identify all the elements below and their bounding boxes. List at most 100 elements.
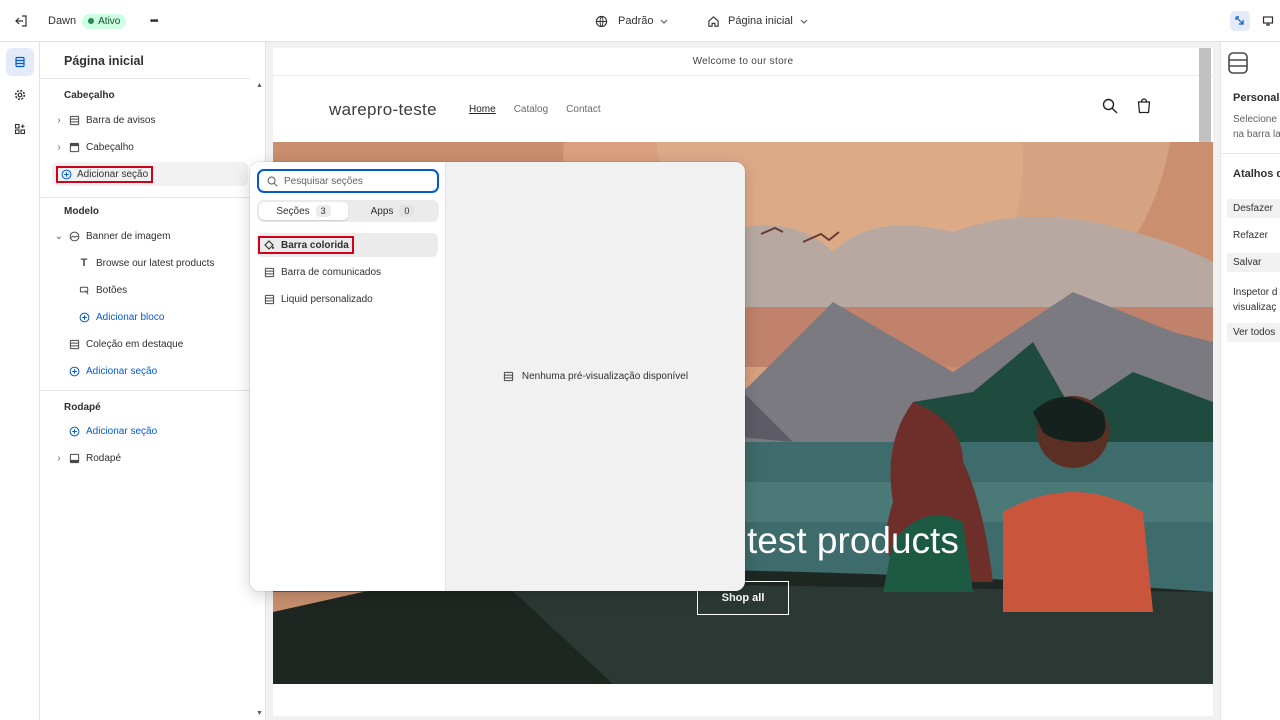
top-bar: Dawn Ativo ••• Padrão Página inicial xyxy=(0,0,1280,42)
section-label: Rodapé xyxy=(86,452,122,464)
add-section-footer[interactable]: Adicionar seção xyxy=(52,419,248,443)
chevron-down-icon[interactable]: ⌄ xyxy=(52,231,66,242)
section-label: Cabeçalho xyxy=(86,141,134,153)
section-placeholder-icon xyxy=(1227,50,1249,79)
page-title: Página inicial xyxy=(64,54,144,68)
section-footer[interactable]: › Rodapé xyxy=(52,446,248,470)
section-header[interactable]: › Cabeçalho xyxy=(52,135,248,159)
block-label: Browse our latest products xyxy=(96,257,215,269)
globe-icon xyxy=(595,15,608,27)
nav-contact[interactable]: Contact xyxy=(566,104,600,115)
exit-button[interactable] xyxy=(14,0,28,42)
sections-rail-button[interactable] xyxy=(6,48,34,76)
plus-circle-icon xyxy=(76,312,92,323)
exit-icon xyxy=(15,15,27,27)
shortcut-redo[interactable]: Refazer xyxy=(1233,230,1268,241)
footer-layout-icon xyxy=(66,453,82,464)
scroll-up-arrow[interactable]: ▲ xyxy=(256,82,263,89)
section-option-announcement[interactable]: Barra de comunicados xyxy=(257,260,438,284)
option-label: Barra colorida xyxy=(281,239,349,251)
apps-icon xyxy=(14,123,26,135)
home-icon xyxy=(708,15,719,27)
tab-label: Seções xyxy=(276,205,310,217)
icon-rail xyxy=(0,42,40,720)
block-buttons[interactable]: Botões xyxy=(76,278,248,302)
divider xyxy=(1221,153,1280,154)
page-selector[interactable]: Página inicial xyxy=(707,0,809,42)
shortcuts-title: Atalhos d xyxy=(1233,168,1280,180)
apps-rail-button[interactable] xyxy=(6,115,34,143)
see-all-shortcuts[interactable]: Ver todos xyxy=(1227,323,1280,342)
shortcut-save[interactable]: Salvar xyxy=(1227,253,1280,272)
search-icon[interactable] xyxy=(1102,98,1118,117)
add-block-button[interactable]: Adicionar bloco xyxy=(76,305,248,329)
search-input[interactable] xyxy=(284,175,424,187)
cart-icon[interactable] xyxy=(1136,98,1152,117)
store-name[interactable]: warepro-teste xyxy=(329,100,437,120)
picker-tabs: Seções 3 Apps 0 xyxy=(257,200,439,222)
inspector-toggle[interactable] xyxy=(1230,0,1250,42)
shortcut-undo[interactable]: Desfazer xyxy=(1227,199,1280,218)
divider xyxy=(40,78,250,79)
nav-home[interactable]: Home xyxy=(469,104,496,115)
section-preview-pane: Nenhuma pré-visualização disponível xyxy=(446,162,745,591)
text-icon: T xyxy=(80,257,88,269)
chevron-right-icon[interactable]: › xyxy=(52,142,66,153)
sections-sidebar: Página inicial ▲ Cabeçalho › Barra de av… xyxy=(40,42,266,720)
paint-bucket-icon xyxy=(264,240,274,250)
add-section-highlight[interactable]: Adicionar seção xyxy=(55,165,154,183)
tab-count: 3 xyxy=(315,205,331,217)
add-section-label: Adicionar seção xyxy=(86,425,158,437)
nav-catalog[interactable]: Catalog xyxy=(514,104,548,115)
preview-scrollbar[interactable] xyxy=(1199,48,1211,142)
search-icon xyxy=(267,176,278,186)
panel-desc-2: na barra la xyxy=(1233,129,1280,140)
tab-sections[interactable]: Seções 3 xyxy=(259,202,348,220)
theme-selector[interactable]: Padrão xyxy=(595,0,669,42)
status-dot xyxy=(88,18,95,24)
option-label: Liquid personalizado xyxy=(281,293,373,305)
search-field[interactable] xyxy=(257,169,439,193)
chevron-right-icon[interactable]: › xyxy=(52,115,66,126)
hero-title: test products xyxy=(747,520,959,561)
section-icon xyxy=(503,371,514,382)
add-section-template[interactable]: Adicionar seção xyxy=(52,359,248,383)
more-actions-button[interactable]: ••• xyxy=(150,0,158,42)
divider xyxy=(40,197,250,198)
block-heading[interactable]: T Browse our latest products xyxy=(76,251,248,275)
settings-rail-button[interactable] xyxy=(6,81,34,109)
inspector-line-2[interactable]: visualizaç xyxy=(1233,302,1276,313)
block-label: Botões xyxy=(96,284,128,296)
theme-selector-label: Padrão xyxy=(618,15,654,27)
inspector-line-1[interactable]: Inspetor d xyxy=(1233,287,1277,298)
scroll-down-arrow[interactable]: ▼ xyxy=(256,710,263,717)
group-label-header: Cabeçalho xyxy=(64,90,115,101)
section-icon xyxy=(66,115,82,126)
section-announcement-bar[interactable]: › Barra de avisos xyxy=(52,108,248,132)
option-highlight[interactable]: Barra colorida xyxy=(258,236,354,254)
add-section-popover: Seções 3 Apps 0 Barra colorida Barra de … xyxy=(250,162,745,591)
section-option-custom-liquid[interactable]: Liquid personalizado xyxy=(257,287,438,311)
panel-desc-1: Selecione xyxy=(1233,114,1277,125)
tab-label: Apps xyxy=(370,205,394,217)
section-option-color-bar[interactable]: Barra colorida xyxy=(257,233,438,257)
sections-icon xyxy=(15,56,25,68)
add-section-header[interactable]: Adicionar seção xyxy=(52,162,248,186)
page-selector-label: Página inicial xyxy=(728,15,793,27)
image-banner-icon xyxy=(66,231,82,242)
section-label: Barra de avisos xyxy=(86,114,156,126)
theme-name: Dawn xyxy=(48,15,77,27)
gear-icon xyxy=(14,89,26,101)
section-featured-collection[interactable]: Coleção em destaque xyxy=(52,332,248,356)
divider xyxy=(40,390,250,391)
section-icon xyxy=(264,267,275,277)
desktop-icon xyxy=(1258,11,1278,31)
add-block-label: Adicionar bloco xyxy=(96,311,165,323)
section-image-banner[interactable]: ⌄ Banner de imagem xyxy=(52,224,248,248)
section-picker-list: Seções 3 Apps 0 Barra colorida Barra de … xyxy=(250,162,446,591)
select-cursor-icon xyxy=(1230,11,1250,31)
chevron-right-icon[interactable]: › xyxy=(52,453,66,464)
tab-count: 0 xyxy=(399,205,415,217)
device-preview-button[interactable] xyxy=(1258,0,1278,42)
tab-apps[interactable]: Apps 0 xyxy=(348,202,437,220)
